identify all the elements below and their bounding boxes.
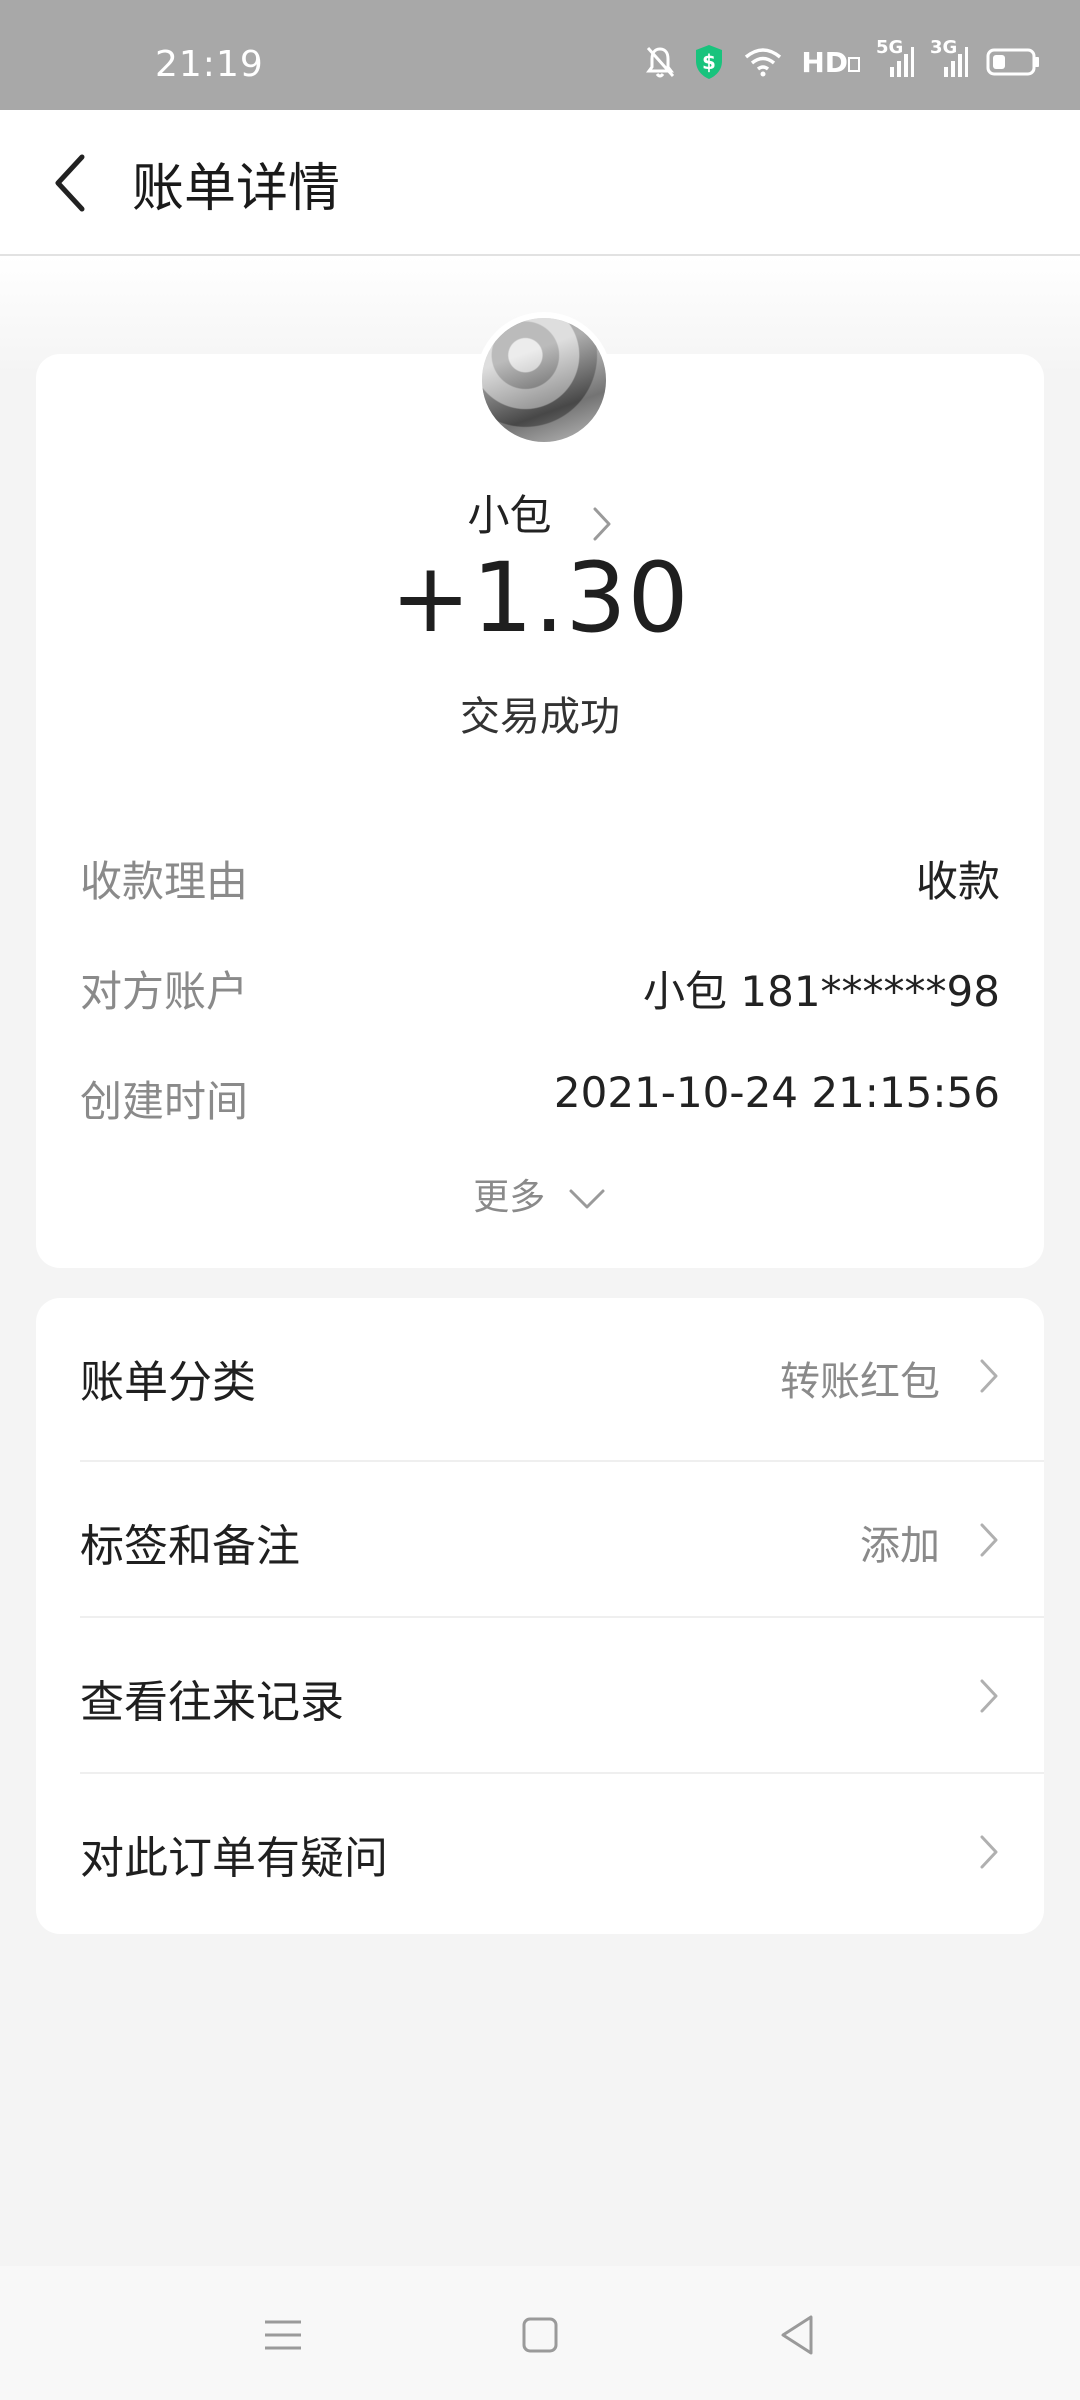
detail-label: 对方账户 bbox=[80, 967, 249, 1016]
payee-link[interactable]: 小包 bbox=[36, 482, 1044, 547]
chevron-right-icon bbox=[591, 505, 613, 547]
detail-value: 收款 bbox=[915, 857, 1000, 906]
status-bar: 21:19 $ HD 5G 3G bbox=[0, 0, 1080, 110]
back-nav-button[interactable] bbox=[772, 2310, 822, 2360]
detail-row-created-time: 创建时间 2021-10-24 21:15:56 bbox=[80, 1068, 1000, 1128]
shield-dollar-icon: $ bbox=[693, 43, 725, 81]
chevron-right-icon bbox=[978, 1833, 1000, 1875]
bell-off-icon bbox=[645, 45, 675, 79]
payee-name: 小包 bbox=[467, 491, 552, 540]
detail-label: 创建时间 bbox=[80, 1077, 249, 1126]
option-value: 转账红包 bbox=[780, 1359, 940, 1405]
transaction-status: 交易成功 bbox=[460, 694, 620, 740]
svg-text:$: $ bbox=[702, 50, 716, 74]
chevron-right-icon bbox=[978, 1357, 1000, 1399]
more-button[interactable]: 更多 bbox=[36, 1168, 1044, 1220]
status-icons: $ HD 5G 3G bbox=[645, 39, 1040, 82]
system-nav-bar bbox=[0, 2266, 1080, 2400]
option-bill-category[interactable]: 账单分类 转账红包 bbox=[36, 1298, 1044, 1458]
chevron-right-icon bbox=[978, 1521, 1000, 1563]
menu-icon bbox=[265, 2320, 301, 2350]
chevron-right-icon bbox=[978, 1677, 1000, 1719]
signal-5g-icon: 5G bbox=[876, 39, 914, 77]
option-label: 对此订单有疑问 bbox=[80, 1833, 388, 1884]
back-button[interactable] bbox=[40, 148, 100, 218]
detail-label: 收款理由 bbox=[80, 857, 249, 906]
chevron-down-icon bbox=[567, 1179, 607, 1220]
menu-button[interactable] bbox=[258, 2310, 308, 2360]
home-button[interactable] bbox=[515, 2310, 565, 2360]
square-icon bbox=[522, 2317, 558, 2353]
app-header: 账单详情 bbox=[0, 110, 1080, 256]
option-order-question[interactable]: 对此订单有疑问 bbox=[36, 1774, 1044, 1934]
detail-row-account: 对方账户 小包 181******98 bbox=[80, 958, 1000, 1018]
status-time: 21:19 bbox=[155, 44, 264, 85]
option-view-history[interactable]: 查看往来记录 bbox=[36, 1618, 1044, 1778]
option-value: 添加 bbox=[860, 1523, 940, 1569]
option-tags-notes[interactable]: 标签和备注 添加 bbox=[36, 1462, 1044, 1622]
amount: +1.30 bbox=[390, 542, 690, 654]
bill-summary-card: 小包 +1.30 交易成功 收款理由 收款 对方账户 小包 181******9… bbox=[36, 312, 1044, 1268]
hd-indicator: HD bbox=[801, 46, 860, 79]
detail-row-reason: 收款理由 收款 bbox=[80, 848, 1000, 908]
more-label: 更多 bbox=[473, 1177, 546, 1218]
signal-3g-icon: 3G bbox=[930, 39, 968, 77]
option-label: 查看往来记录 bbox=[80, 1677, 344, 1728]
avatar[interactable] bbox=[476, 312, 612, 448]
option-label: 账单分类 bbox=[80, 1357, 256, 1408]
wifi-icon bbox=[743, 47, 783, 77]
battery-icon bbox=[986, 48, 1040, 76]
page-title: 账单详情 bbox=[132, 159, 341, 219]
option-label: 标签和备注 bbox=[80, 1521, 300, 1572]
detail-value: 2021-10-24 21:15:56 bbox=[553, 1068, 1000, 1117]
bill-options-card: 账单分类 转账红包 标签和备注 添加 查看往来记录 对此订单有疑问 bbox=[36, 1298, 1044, 1934]
triangle-back-icon bbox=[781, 2315, 813, 2355]
chevron-left-icon bbox=[55, 154, 85, 212]
detail-value: 小包 181******98 bbox=[643, 967, 1000, 1016]
